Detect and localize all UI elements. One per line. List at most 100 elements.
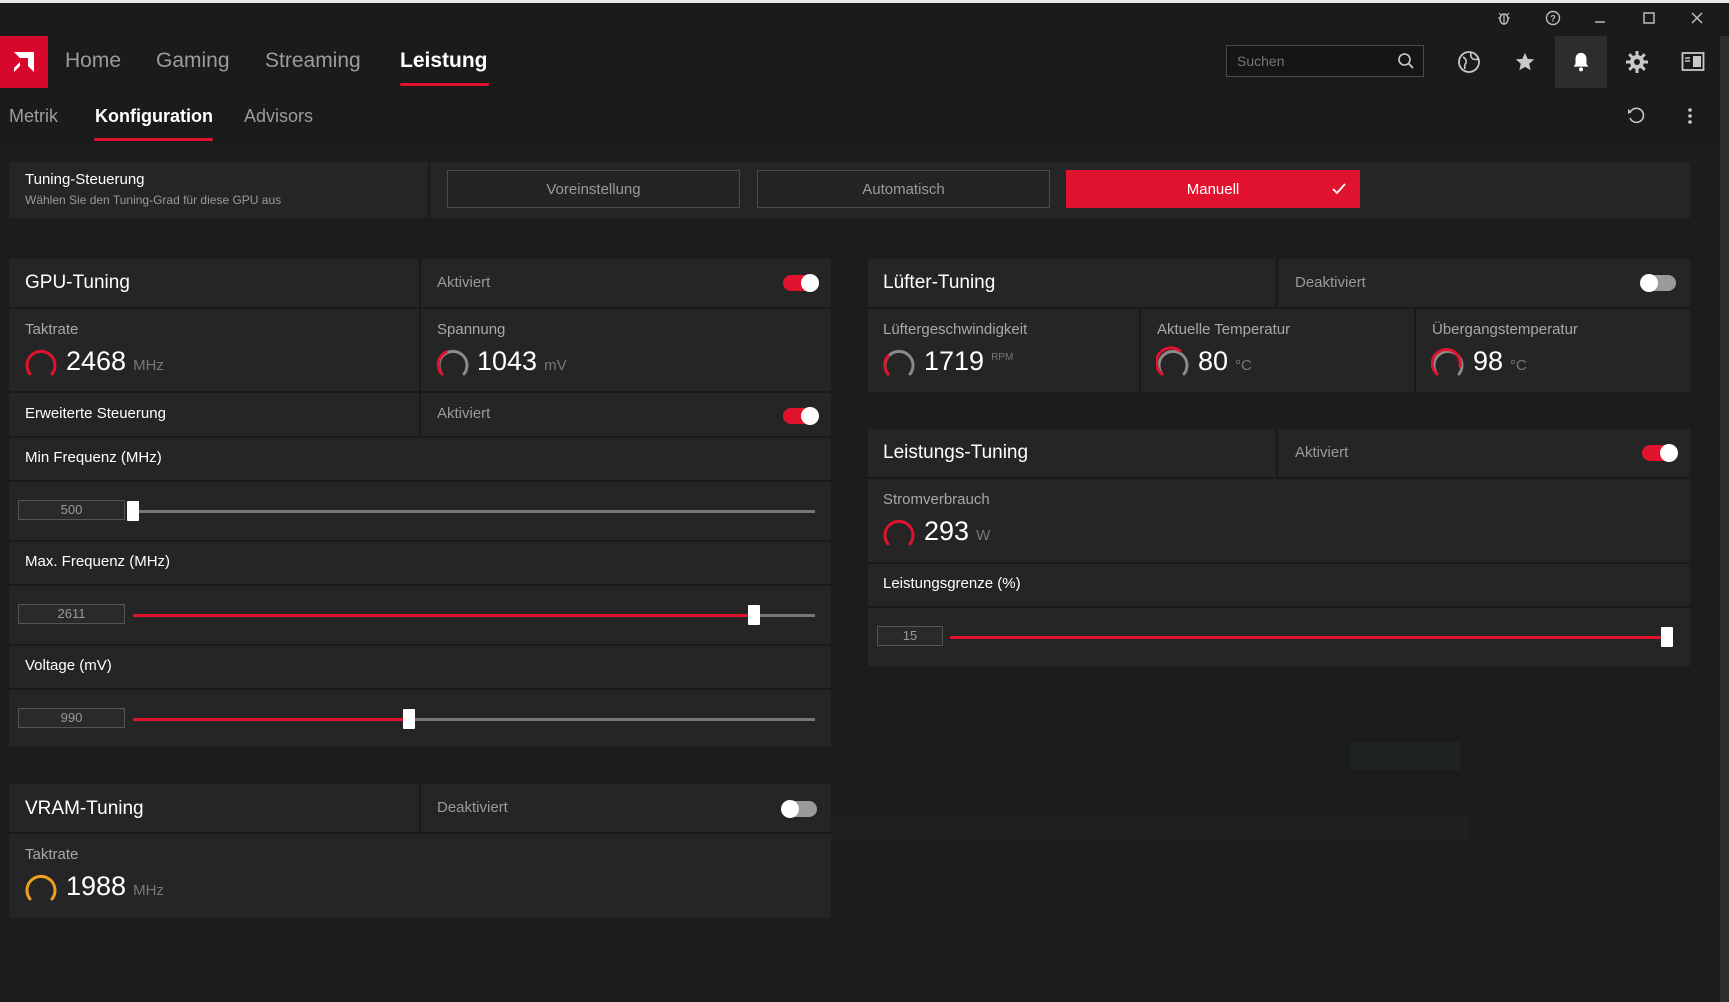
junction-temp-value: 98 xyxy=(1473,346,1504,376)
max-freq-label: Max. Frequenz (MHz) xyxy=(25,553,171,570)
gpu-voltage-value: 1043 xyxy=(477,346,538,376)
divider xyxy=(9,832,831,834)
search-box[interactable] xyxy=(1226,45,1424,77)
tuning-control-subtitle: Wählen Sie den Tuning-Grad für diese GPU… xyxy=(25,193,282,207)
nav-tab-gaming[interactable]: Gaming xyxy=(156,49,230,73)
gpu-clock-metric: 2468 MHz xyxy=(66,346,164,377)
background-blur xyxy=(830,816,1470,840)
subtab-konfiguration[interactable]: Konfiguration xyxy=(95,106,213,127)
gpu-voltage-unit: mV xyxy=(544,357,567,374)
sidebar-panel-icon[interactable] xyxy=(1667,36,1719,88)
window-edge xyxy=(1720,36,1729,1002)
gpu-tuning-toggle[interactable] xyxy=(783,274,819,292)
advanced-control-status: Aktiviert xyxy=(437,405,491,422)
search-icon[interactable] xyxy=(1397,52,1415,75)
min-freq-input[interactable]: 500 xyxy=(18,500,125,520)
max-freq-input[interactable]: 2611 xyxy=(18,604,125,624)
subtab-metrik[interactable]: Metrik xyxy=(9,106,58,127)
junction-temp-gauge-icon xyxy=(1431,347,1464,376)
fan-speed-label: Lüftergeschwindigkeit xyxy=(883,321,1028,338)
power-limit-label: Leistungsgrenze (%) xyxy=(883,575,1021,592)
help-icon[interactable]: ? xyxy=(1538,6,1568,30)
globe-icon[interactable] xyxy=(1443,36,1495,88)
power-tuning-toggle[interactable] xyxy=(1642,444,1678,462)
notifications-bell-icon[interactable] xyxy=(1555,36,1607,88)
manual-button[interactable]: Manuell xyxy=(1066,170,1360,208)
gpu-voltage-metric: 1043 mV xyxy=(477,346,567,377)
background-blur xyxy=(1350,742,1460,770)
divider xyxy=(9,540,831,542)
fan-speed-unit: RPM xyxy=(991,352,1014,363)
subtab-active-indicator xyxy=(94,138,213,141)
max-freq-slider-thumb[interactable] xyxy=(747,605,760,625)
divider xyxy=(9,480,831,482)
tuning-control-title: Tuning-Steuerung xyxy=(25,171,145,188)
power-draw-unit: W xyxy=(976,527,991,544)
power-limit-slider-thumb[interactable] xyxy=(1661,627,1673,647)
power-limit-input[interactable]: 15 xyxy=(877,626,943,646)
divider xyxy=(9,644,831,646)
power-draw-label: Stromverbrauch xyxy=(883,491,990,508)
power-tuning-panel xyxy=(868,429,1690,666)
fan-tuning-status: Deaktiviert xyxy=(1295,274,1366,291)
nav-tab-home[interactable]: Home xyxy=(65,49,121,73)
fan-tuning-title: Lüfter-Tuning xyxy=(883,272,996,293)
divider xyxy=(419,784,421,832)
voltage-slider[interactable] xyxy=(133,709,815,729)
divider xyxy=(9,307,831,309)
divider xyxy=(9,688,831,690)
nav-tab-leistung[interactable]: Leistung xyxy=(400,49,488,73)
divider xyxy=(868,606,1690,608)
vram-clock-metric: 1988 MHz xyxy=(66,871,164,902)
reset-icon[interactable] xyxy=(1626,106,1646,131)
power-tuning-title: Leistungs-Tuning xyxy=(883,442,1029,463)
divider xyxy=(1276,429,1278,477)
gpu-tuning-title: GPU-Tuning xyxy=(25,272,130,293)
max-freq-slider-fill xyxy=(133,614,754,617)
divider xyxy=(1276,259,1278,307)
checkmark-icon xyxy=(1331,182,1347,200)
current-temp-unit: °C xyxy=(1235,357,1252,374)
advanced-control-toggle[interactable] xyxy=(783,407,819,425)
vram-clock-value: 1988 xyxy=(66,871,127,901)
nav-tab-streaming[interactable]: Streaming xyxy=(265,49,361,73)
search-input[interactable] xyxy=(1235,52,1389,70)
fan-speed-gauge-icon xyxy=(883,349,915,376)
power-tuning-status: Aktiviert xyxy=(1295,444,1349,461)
vram-tuning-toggle[interactable] xyxy=(781,800,817,818)
manual-button-label: Manuell xyxy=(1186,180,1240,198)
more-options-icon[interactable] xyxy=(1686,106,1694,131)
maximize-icon[interactable] xyxy=(1634,6,1664,30)
voltage-input[interactable]: 990 xyxy=(18,708,125,728)
min-freq-label: Min Frequenz (MHz) xyxy=(25,449,162,466)
bug-report-icon[interactable] xyxy=(1489,6,1519,30)
divider xyxy=(9,584,831,586)
sub-nav: Metrik Konfiguration Advisors xyxy=(0,88,1729,147)
min-freq-slider-thumb[interactable] xyxy=(127,501,139,521)
divider xyxy=(1414,307,1416,392)
amd-logo-icon[interactable] xyxy=(0,36,48,88)
power-limit-slider[interactable] xyxy=(950,627,1673,647)
minimize-icon[interactable] xyxy=(1585,6,1615,30)
advanced-control-title: Erweiterte Steuerung xyxy=(25,405,166,422)
power-limit-slider-fill xyxy=(950,636,1667,639)
min-freq-slider[interactable] xyxy=(127,501,815,521)
automatic-button[interactable]: Automatisch xyxy=(757,170,1050,208)
fan-tuning-toggle[interactable] xyxy=(1640,274,1676,292)
divider xyxy=(868,307,1690,309)
fan-speed-metric: 1719 RPM xyxy=(924,346,1013,377)
nav-active-indicator xyxy=(400,83,489,86)
preset-button[interactable]: Voreinstellung xyxy=(447,170,740,208)
settings-gear-icon[interactable] xyxy=(1611,36,1663,88)
max-freq-slider[interactable] xyxy=(133,605,815,625)
divider xyxy=(868,562,1690,564)
subtab-advisors[interactable]: Advisors xyxy=(244,106,313,127)
divider xyxy=(419,259,421,436)
close-icon[interactable] xyxy=(1682,6,1712,30)
current-temp-label: Aktuelle Temperatur xyxy=(1157,321,1291,338)
voltage-slider-thumb[interactable] xyxy=(403,709,416,729)
voltage-slider-fill xyxy=(133,718,410,721)
divider xyxy=(9,391,831,393)
favorites-star-icon[interactable] xyxy=(1499,36,1551,88)
svg-text:?: ? xyxy=(1550,14,1556,24)
